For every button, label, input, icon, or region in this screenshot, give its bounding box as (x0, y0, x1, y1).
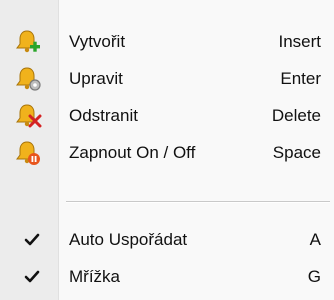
menu-item-edit[interactable]: Upravit Enter (0, 59, 334, 99)
menu-item-shortcut: G (307, 267, 321, 286)
menu-item-shortcut: Space (272, 143, 321, 162)
menu-item-label: Odstranit (69, 106, 138, 125)
menu-item-toggle[interactable]: Zapnout On / Off Space (0, 133, 334, 173)
menu-item-label: Zapnout On / Off (69, 143, 196, 162)
menu-item-shortcut: A (309, 230, 321, 249)
context-menu: Vytvořit Insert Upravit Enter Odstranit … (0, 0, 334, 300)
checkmark-icon (24, 233, 40, 246)
menu-item-label: Auto Uspořádat (69, 230, 188, 249)
menu-item-auto-arrange[interactable]: Auto Uspořádat A (0, 220, 334, 260)
menu-separator-highlight (66, 202, 330, 203)
menu-item-grid[interactable]: Mřížka G (0, 257, 334, 297)
menu-item-shortcut: Insert (278, 32, 321, 51)
menu-item-create[interactable]: Vytvořit Insert (0, 22, 334, 62)
bell-add-icon (16, 30, 40, 53)
menu-item-label: Upravit (69, 69, 123, 88)
bell-toggle-icon (16, 141, 40, 165)
menu-item-shortcut: Delete (271, 106, 321, 125)
checkmark-icon (24, 270, 40, 283)
bell-delete-icon (16, 104, 42, 128)
menu-item-label: Mřížka (69, 267, 120, 286)
menu-item-delete[interactable]: Odstranit Delete (0, 96, 334, 136)
menu-item-label: Vytvořit (69, 32, 126, 51)
menu-item-shortcut: Enter (280, 69, 321, 88)
bell-edit-icon (16, 67, 41, 91)
